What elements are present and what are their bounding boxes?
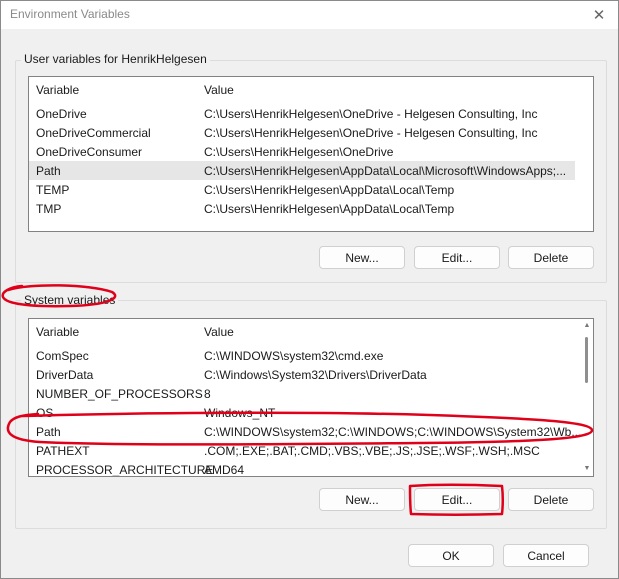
list-item[interactable]: OneDriveCommercial C:\Users\HenrikHelges… xyxy=(29,123,575,142)
list-item[interactable]: OS Windows_NT xyxy=(29,403,575,422)
variable-value: C:\Users\HenrikHelgesen\OneDrive - Helge… xyxy=(204,126,538,140)
variable-value: C:\Users\HenrikHelgesen\AppData\Local\Te… xyxy=(204,183,455,197)
close-icon[interactable]: ✕ xyxy=(588,4,610,26)
list-item-selected[interactable]: Path C:\Users\HenrikHelgesen\AppData\Loc… xyxy=(29,161,575,180)
variable-name: Path xyxy=(36,164,61,178)
user-list-header: Variable Value xyxy=(29,77,593,99)
list-item[interactable]: PATHEXT .COM;.EXE;.BAT;.CMD;.VBS;.VBE;.J… xyxy=(29,441,575,460)
environment-variables-dialog: Environment Variables ✕ User variables f… xyxy=(0,0,619,579)
scrollbar-thumb[interactable] xyxy=(585,337,588,383)
variable-value: .COM;.EXE;.BAT;.CMD;.VBS;.VBE;.JS;.JSE;.… xyxy=(204,444,540,458)
variable-name: TMP xyxy=(36,202,62,216)
variable-name: ComSpec xyxy=(36,349,89,363)
variable-value: C:\Users\HenrikHelgesen\OneDrive - Helge… xyxy=(204,107,538,121)
window-title: Environment Variables xyxy=(10,7,130,21)
system-variables-list[interactable]: Variable Value ComSpec C:\WINDOWS\system… xyxy=(28,318,594,477)
column-header-value[interactable]: Value xyxy=(204,83,234,97)
column-header-variable[interactable]: Variable xyxy=(36,325,79,339)
user-delete-button[interactable]: Delete xyxy=(508,246,594,269)
variable-value: 8 xyxy=(204,387,211,401)
variable-value: Windows_NT xyxy=(204,406,276,420)
list-item[interactable]: OneDrive C:\Users\HenrikHelgesen\OneDriv… xyxy=(29,104,575,123)
variable-value: AMD64 xyxy=(204,463,245,477)
system-delete-button[interactable]: Delete xyxy=(508,488,594,511)
list-item[interactable]: TEMP C:\Users\HenrikHelgesen\AppData\Loc… xyxy=(29,180,575,199)
variable-value: C:\WINDOWS\system32\cmd.exe xyxy=(204,349,384,363)
list-item[interactable]: OneDriveConsumer C:\Users\HenrikHelgesen… xyxy=(29,142,575,161)
column-header-value[interactable]: Value xyxy=(204,325,234,339)
user-new-button[interactable]: New... xyxy=(319,246,405,269)
variable-name: OneDrive xyxy=(36,107,87,121)
system-edit-button[interactable]: Edit... xyxy=(414,488,500,511)
variable-name: NUMBER_OF_PROCESSORS xyxy=(36,387,203,401)
list-item[interactable]: TMP C:\Users\HenrikHelgesen\AppData\Loca… xyxy=(29,199,575,218)
variable-value: C:\WINDOWS\system32;C:\WINDOWS;C:\WINDOW… xyxy=(204,425,582,439)
variable-name: OneDriveConsumer xyxy=(36,145,143,159)
user-variables-label: User variables for HenrikHelgesen xyxy=(21,52,210,66)
variable-name: PATHEXT xyxy=(36,444,90,458)
variable-name: Path xyxy=(36,425,61,439)
scroll-up-arrow-icon[interactable]: ▲ xyxy=(583,322,591,330)
variable-value: C:\Users\HenrikHelgesen\AppData\Local\Mi… xyxy=(204,164,567,178)
system-new-button[interactable]: New... xyxy=(319,488,405,511)
ok-button[interactable]: OK xyxy=(408,544,494,567)
variable-value: C:\Users\HenrikHelgesen\OneDrive xyxy=(204,145,394,159)
list-item[interactable]: PROCESSOR_ARCHITECTURE AMD64 xyxy=(29,460,575,477)
user-variables-list[interactable]: Variable Value OneDrive C:\Users\HenrikH… xyxy=(28,76,594,232)
system-list-header: Variable Value xyxy=(29,319,593,341)
list-item[interactable]: DriverData C:\Windows\System32\Drivers\D… xyxy=(29,365,575,384)
list-item[interactable]: NUMBER_OF_PROCESSORS 8 xyxy=(29,384,575,403)
title-bar: Environment Variables ✕ xyxy=(1,1,618,29)
variable-name: PROCESSOR_ARCHITECTURE xyxy=(36,463,214,477)
column-header-variable[interactable]: Variable xyxy=(36,83,79,97)
variable-name: TEMP xyxy=(36,183,70,197)
cancel-button[interactable]: Cancel xyxy=(503,544,589,567)
variable-value: C:\Users\HenrikHelgesen\AppData\Local\Te… xyxy=(204,202,455,216)
system-list-scrollbar[interactable]: ▲ ▼ xyxy=(581,319,593,476)
list-item[interactable]: Path C:\WINDOWS\system32;C:\WINDOWS;C:\W… xyxy=(29,422,581,441)
list-item[interactable]: ComSpec C:\WINDOWS\system32\cmd.exe xyxy=(29,346,575,365)
variable-name: OS xyxy=(36,406,54,420)
variable-name: DriverData xyxy=(36,368,94,382)
user-edit-button[interactable]: Edit... xyxy=(414,246,500,269)
system-variables-label: System variables xyxy=(21,293,119,307)
variable-value: C:\Windows\System32\Drivers\DriverData xyxy=(204,368,427,382)
variable-name: OneDriveCommercial xyxy=(36,126,151,140)
scroll-down-arrow-icon[interactable]: ▼ xyxy=(583,465,591,473)
